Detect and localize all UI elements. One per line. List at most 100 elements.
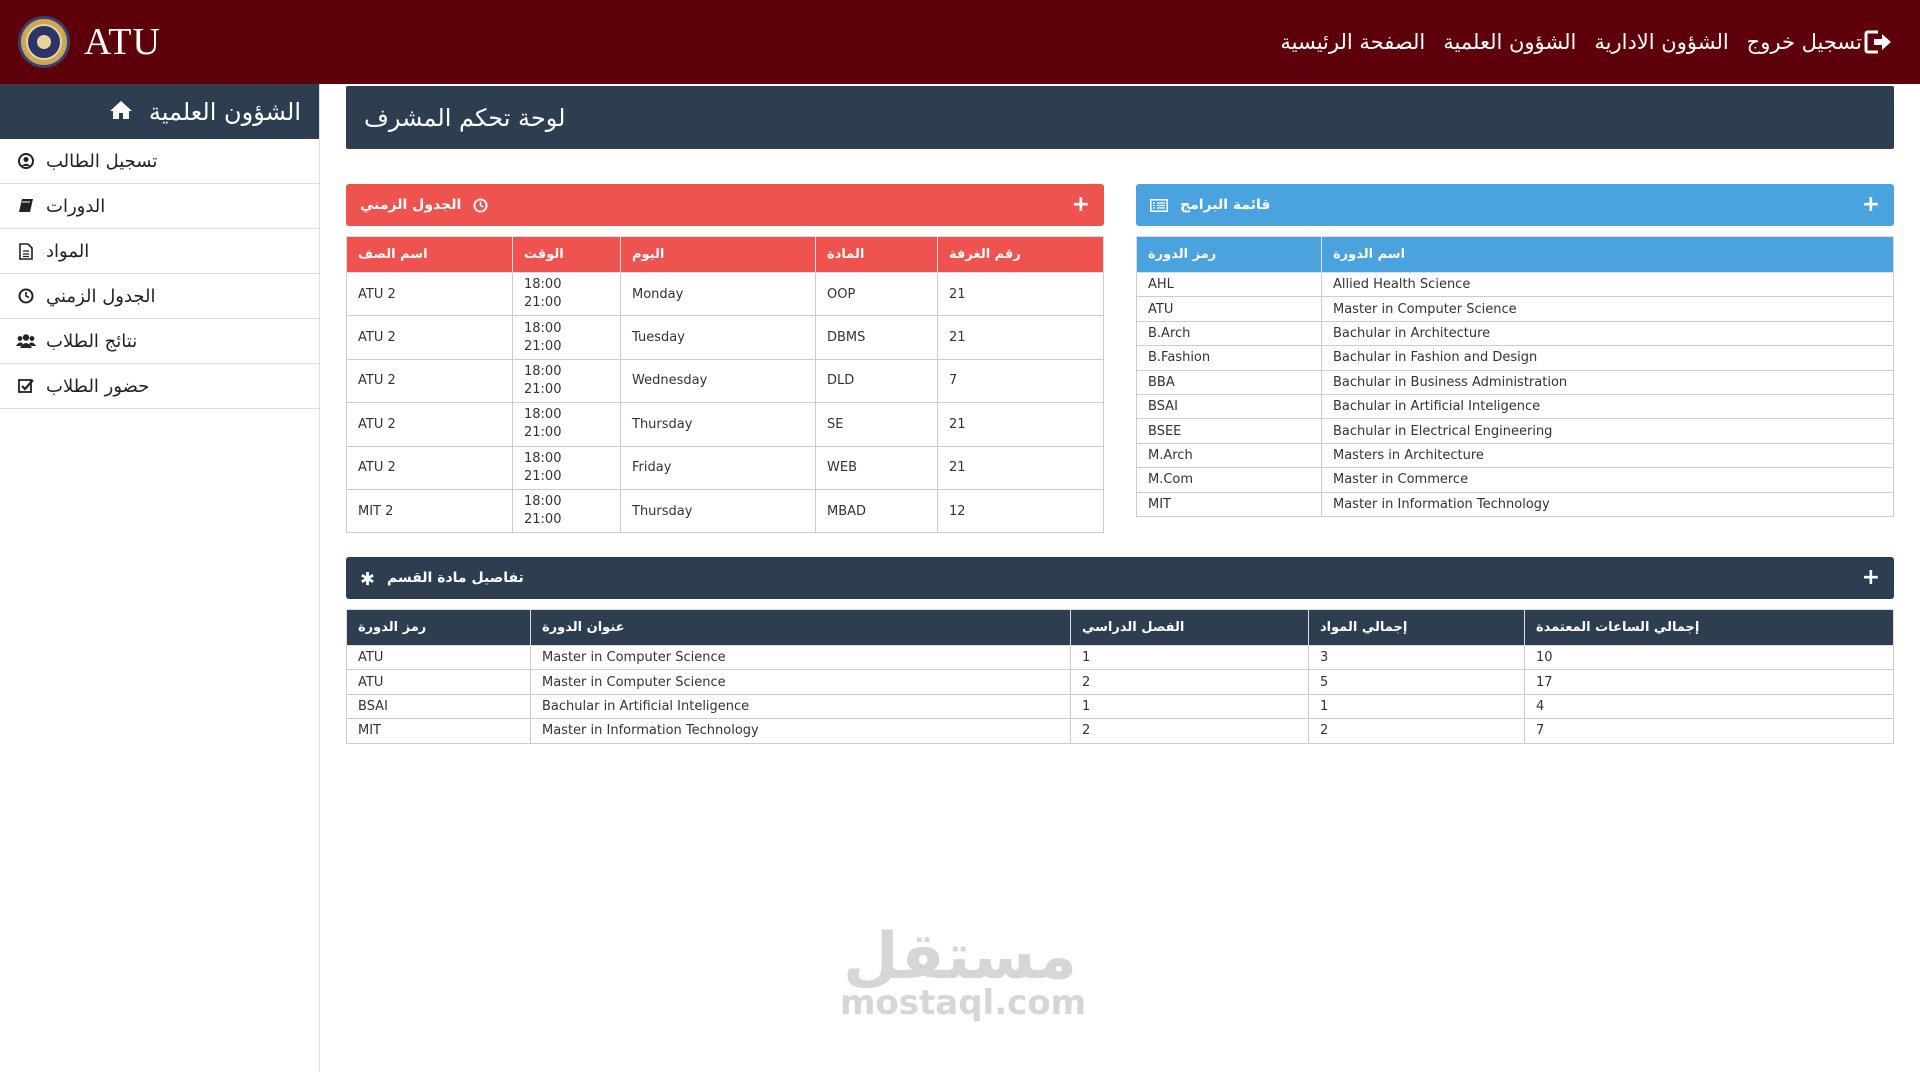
sidebar-item-label: حضور الطلاب — [46, 375, 150, 397]
column-header[interactable]: إجمالي الساعات المعتمدة — [1524, 609, 1894, 646]
table-row[interactable]: AHL Allied Health Science — [1136, 271, 1894, 298]
sidebar-item-student-results[interactable]: نتائج الطلاب — [0, 319, 319, 364]
table-row[interactable]: B.Fashion Bachular in Fashion and Design — [1136, 345, 1894, 371]
day-cell: Tuesday — [620, 315, 816, 360]
table-row[interactable]: BSAI Bachular in Artificial Inteligence 1 1… — [346, 693, 1894, 720]
page-title: لوحة تحكم المشرف — [364, 103, 566, 132]
add-course-detail-button[interactable]: + — [1862, 567, 1880, 589]
course-name-cell: Allied Health Science — [1321, 271, 1894, 298]
programs-table: رمز الدورة اسم الدورة AHL Allied Health S… — [1136, 236, 1894, 517]
course-code-cell: BSEE — [1136, 418, 1322, 444]
time-cell: 18:00 21:00 — [512, 445, 621, 490]
clock-icon — [16, 288, 36, 304]
table-row[interactable]: ATU 2 18:00 21:00 Friday WEB 21 — [346, 445, 1104, 490]
course-title-cell: Master in Information Technology — [530, 718, 1071, 744]
home-link[interactable]: الصفحة الرئيسية — [1280, 30, 1425, 54]
table-row[interactable]: ATU Master in Computer Science 1 3 10 — [346, 644, 1894, 671]
users-icon — [16, 333, 36, 349]
total-credit-hours-cell: 4 — [1524, 693, 1894, 720]
logout-link[interactable]: تسجيل خروج — [1747, 30, 1892, 54]
start-time: 18:00 — [524, 450, 562, 466]
course-code-cell: BBA — [1136, 369, 1322, 395]
table-row[interactable]: B.Arch Bachular in Architecture — [1136, 320, 1894, 347]
page-header: لوحة تحكم المشرف — [346, 86, 1894, 149]
column-header[interactable]: إجمالي المواد — [1308, 609, 1525, 646]
end-time: 21:00 — [524, 512, 562, 528]
column-header[interactable]: المادة — [815, 236, 938, 273]
start-time: 18:00 — [524, 363, 562, 379]
course-code-cell: M.Com — [1136, 467, 1322, 493]
university-seal-logo — [18, 16, 70, 68]
sidebar-item-student-attendance[interactable]: حضور الطلاب — [0, 364, 319, 409]
end-time: 21:00 — [524, 338, 562, 354]
brand[interactable]: ATU — [18, 16, 161, 68]
table-row[interactable]: BSEE Bachular in Electrical Engineering — [1136, 418, 1894, 444]
table-row[interactable]: M.Com Master in Commerce — [1136, 467, 1894, 493]
end-time: 21:00 — [524, 381, 562, 397]
table-row[interactable]: ATU 2 18:00 21:00 Thursday SE 21 — [346, 402, 1104, 447]
add-timetable-button[interactable]: + — [1072, 194, 1090, 216]
column-header[interactable]: رمز الدورة — [346, 609, 531, 646]
column-header[interactable]: الوقت — [512, 236, 621, 273]
column-header[interactable]: اليوم — [620, 236, 816, 273]
table-row[interactable]: ATU 2 18:00 21:00 Tuesday DBMS 21 — [346, 315, 1104, 360]
course-name-cell: Master in Information Technology — [1321, 491, 1894, 517]
course-title-cell: Bachular in Artificial Inteligence — [530, 693, 1071, 720]
total-credit-hours-cell: 10 — [1524, 644, 1894, 671]
start-time: 18:00 — [524, 320, 562, 336]
table-row[interactable]: BSAI Bachular in Artificial Inteligence — [1136, 393, 1894, 420]
column-header[interactable]: اسم الدورة — [1321, 236, 1894, 273]
table-row[interactable]: BBA Bachular in Business Administration — [1136, 369, 1894, 395]
sidebar-header[interactable]: الشؤون العلمية — [0, 84, 319, 139]
asterisk-icon — [360, 571, 375, 586]
course-name-cell: Masters in Architecture — [1321, 442, 1894, 469]
column-header[interactable]: الفصل الدراسي — [1070, 609, 1309, 646]
course-details-table: رمز الدورة عنوان الدورة الفصل الدراسي إج… — [346, 609, 1894, 744]
room-cell: 12 — [937, 488, 1104, 534]
class-cell: ATU 2 — [346, 271, 513, 317]
start-time: 18:00 — [524, 407, 562, 423]
home-icon — [109, 100, 133, 124]
add-program-button[interactable]: + — [1862, 194, 1880, 216]
start-time: 18:00 — [524, 494, 562, 510]
column-header[interactable]: اسم الصف — [346, 236, 513, 273]
course-title-cell: Master in Computer Science — [530, 644, 1071, 671]
class-cell: ATU 2 — [346, 402, 513, 447]
course-code-cell: ATU — [346, 669, 531, 695]
table-row[interactable]: ATU 2 18:00 21:00 Monday OOP 21 — [346, 271, 1104, 317]
table-row[interactable]: M.Arch Masters in Architecture — [1136, 442, 1894, 469]
sidebar-item-timetable[interactable]: الجدول الزمني — [0, 274, 319, 319]
sidebar-item-student-registration[interactable]: تسجيل الطالب — [0, 139, 319, 184]
table-row[interactable]: MIT Master in Information Technology — [1136, 491, 1894, 517]
end-time: 21:00 — [524, 295, 562, 311]
total-credit-hours-cell: 17 — [1524, 669, 1894, 695]
sidebar-item-courses[interactable]: الدورات — [0, 184, 319, 229]
timetable-table: اسم الصف الوقت اليوم المادة رقم الغرفة A… — [346, 236, 1104, 534]
semester-cell: 2 — [1070, 669, 1309, 695]
room-cell: 21 — [937, 445, 1104, 490]
day-cell: Friday — [620, 445, 816, 490]
course-title-cell: Master in Computer Science — [530, 669, 1071, 695]
semester-cell: 1 — [1070, 693, 1309, 720]
sidebar-item-subjects[interactable]: المواد — [0, 229, 319, 274]
table-row[interactable]: MIT Master in Information Technology 2 2 7 — [346, 718, 1894, 744]
table-row[interactable]: ATU Master in Computer Science — [1136, 296, 1894, 322]
semester-cell: 2 — [1070, 718, 1309, 744]
table-row[interactable]: ATU Master in Computer Science 2 5 17 — [346, 669, 1894, 695]
course-name-cell: Bachular in Fashion and Design — [1321, 345, 1894, 371]
room-cell: 7 — [937, 358, 1104, 404]
timetable-panel: الجدول الزمني + اسم الصف الوقت اليوم الم… — [346, 184, 1104, 534]
column-header[interactable]: رمز الدورة — [1136, 236, 1322, 273]
time-cell: 18:00 21:00 — [512, 488, 621, 534]
table-row[interactable]: MIT 2 18:00 21:00 Thursday MBAD 12 — [346, 488, 1104, 534]
admin-affairs-link[interactable]: الشؤون الادارية — [1594, 30, 1728, 54]
column-header[interactable]: رقم الغرفة — [937, 236, 1104, 273]
semester-cell: 1 — [1070, 644, 1309, 671]
academic-affairs-link[interactable]: الشؤون العلمية — [1443, 30, 1576, 54]
watermark: مستقل mostaql.com — [840, 925, 1086, 1021]
column-header[interactable]: عنوان الدورة — [530, 609, 1071, 646]
room-cell: 21 — [937, 402, 1104, 447]
total-subjects-cell: 3 — [1308, 644, 1525, 671]
table-header-row: رمز الدورة عنوان الدورة الفصل الدراسي إج… — [346, 609, 1894, 646]
table-row[interactable]: ATU 2 18:00 21:00 Wednesday DLD 7 — [346, 358, 1104, 404]
